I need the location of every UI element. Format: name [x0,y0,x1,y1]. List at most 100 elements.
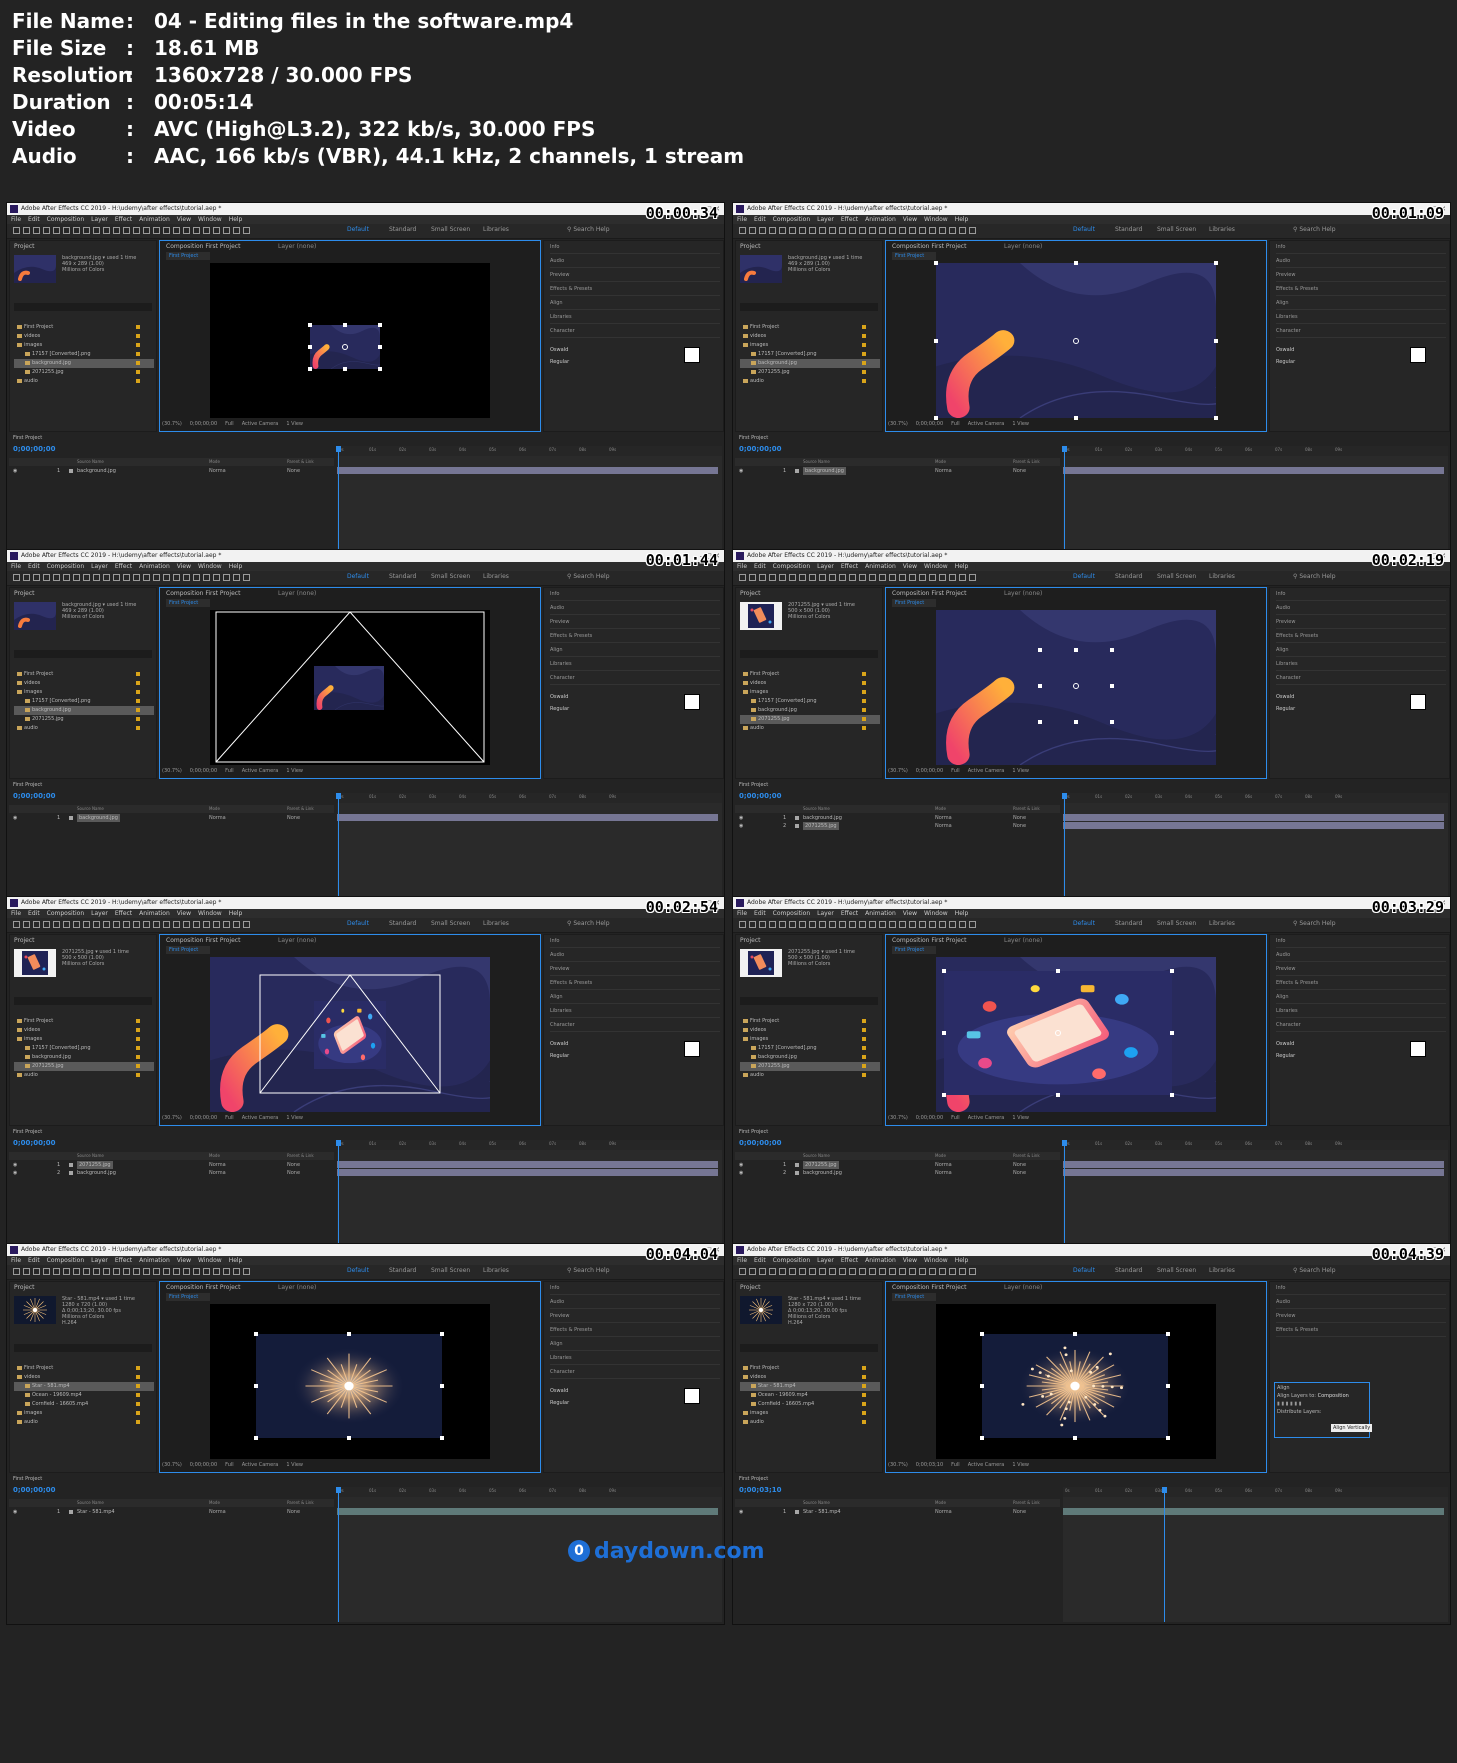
transform-handle[interactable] [378,323,382,327]
camera-select[interactable]: Active Camera [968,768,1005,774]
tool-icon[interactable] [43,1268,50,1275]
layer-parent-select[interactable]: None [1013,814,1026,822]
label-color-swatch[interactable] [862,717,866,721]
tool-icon[interactable] [143,574,150,581]
resolution-select[interactable]: Full [951,1115,960,1121]
tool-icon[interactable] [143,1268,150,1275]
tab-composition[interactable]: Composition First Project [892,1284,966,1291]
panel-header[interactable]: Preview [550,619,720,629]
transform-handle[interactable] [942,1031,946,1035]
layer-mode-select[interactable]: Norma [209,467,226,475]
tool-icon[interactable] [43,921,50,928]
visibility-eye-icon[interactable]: ◉ [13,1169,17,1177]
label-color-swatch[interactable] [136,1073,140,1077]
project-item[interactable]: audio [14,724,154,733]
panel-header[interactable]: Libraries [1276,661,1446,671]
menu-item[interactable]: Layer [817,910,834,917]
project-item[interactable]: videos [14,1373,154,1382]
tool-icon[interactable] [53,227,60,234]
visibility-eye-icon[interactable]: ◉ [13,814,17,822]
project-item[interactable]: 17157 [Converted].png [740,697,880,706]
panel-header[interactable]: Info [1276,938,1446,948]
resolution-select[interactable]: Full [225,1115,234,1121]
label-color-swatch[interactable] [862,726,866,730]
tool-icon[interactable] [889,1268,896,1275]
layer-duration-bar[interactable] [337,1508,718,1515]
tool-icon[interactable] [739,227,746,234]
panel-header[interactable]: Preview [550,966,720,976]
tool-icon[interactable] [779,227,786,234]
layer-duration-bar[interactable] [1063,822,1444,829]
transform-handle[interactable] [347,1332,351,1336]
tool-icon[interactable] [879,921,886,928]
tool-icon[interactable] [829,1268,836,1275]
tool-icon[interactable] [153,574,160,581]
search-help-input[interactable]: ⚲ Search Help [1293,226,1336,233]
label-color-swatch[interactable] [136,1019,140,1023]
resolution-select[interactable]: Full [951,768,960,774]
tool-icon[interactable] [223,227,230,234]
workspace-tab[interactable]: Standard [389,573,416,580]
layer-row[interactable]: ◉ 1 background.jpg Norma None [9,814,334,822]
tool-icon[interactable] [809,1268,816,1275]
transform-handle[interactable] [254,1384,258,1388]
label-color-swatch[interactable] [862,343,866,347]
tab-layer[interactable]: Layer (none) [1004,1284,1042,1291]
workspace-tab[interactable]: Standard [389,1267,416,1274]
tool-icon[interactable] [243,1268,250,1275]
label-color-swatch[interactable] [136,1064,140,1068]
visibility-eye-icon[interactable]: ◉ [739,1161,743,1169]
menu-item[interactable]: Animation [139,563,170,570]
tool-icon[interactable] [233,1268,240,1275]
label-color-swatch[interactable] [136,717,140,721]
label-color-swatch[interactable] [136,1393,140,1397]
layer-parent-select[interactable]: None [1013,1169,1026,1177]
menu-item[interactable]: Animation [139,216,170,223]
project-item[interactable]: 2071255.jpg [14,368,154,377]
panel-header[interactable]: Character [1276,675,1446,685]
tool-icon[interactable] [969,574,976,581]
label-color-swatch[interactable] [136,708,140,712]
tool-icon[interactable] [799,921,806,928]
label-color-swatch[interactable] [136,352,140,356]
tab-composition[interactable]: Composition First Project [166,590,240,597]
tab-composition[interactable]: Composition First Project [166,937,240,944]
timecode-display[interactable]: 0;00;00;00 [916,1115,943,1121]
tool-icon[interactable] [83,921,90,928]
timeline-timecode[interactable]: 0;00;00;00 [739,792,782,800]
tool-icon[interactable] [203,1268,210,1275]
workspace-tab[interactable]: Default [1073,226,1095,233]
label-color-swatch[interactable] [136,1037,140,1041]
tool-icon[interactable] [889,921,896,928]
layer-duration-bar[interactable] [1063,1508,1444,1515]
tool-icon[interactable] [73,574,80,581]
menu-item[interactable]: File [11,1257,21,1264]
menu-item[interactable]: File [737,910,747,917]
label-color-swatch[interactable] [862,1073,866,1077]
panel-header[interactable]: Effects & Presets [550,633,720,643]
menu-item[interactable]: Composition [773,910,810,917]
tool-icon[interactable] [799,574,806,581]
tool-icon[interactable] [769,921,776,928]
tool-icon[interactable] [869,921,876,928]
tool-icon[interactable] [23,574,30,581]
menu-item[interactable]: Animation [865,216,896,223]
label-color-swatch[interactable] [862,1375,866,1379]
tool-icon[interactable] [889,574,896,581]
workspace-tab[interactable]: Standard [1115,573,1142,580]
comp-breadcrumb[interactable]: First Project [166,1293,210,1301]
menu-item[interactable]: View [903,216,917,223]
panel-header[interactable]: Info [550,244,720,254]
transform-handle[interactable] [1166,1436,1170,1440]
tool-icon[interactable] [203,227,210,234]
camera-select[interactable]: Active Camera [242,768,279,774]
search-help-input[interactable]: ⚲ Search Help [567,1267,610,1274]
time-ruler[interactable]: 0s 01s 02s 03s 04s 05s 06s 07s 08s 09s [1063,1140,1448,1150]
project-item[interactable]: audio [14,1071,154,1080]
menu-item[interactable]: Help [229,910,243,917]
comp-breadcrumb[interactable]: First Project [892,1293,936,1301]
resolution-select[interactable]: Full [951,421,960,427]
tool-icon[interactable] [849,227,856,234]
tool-icon[interactable] [769,227,776,234]
project-item[interactable]: 17157 [Converted].png [740,350,880,359]
